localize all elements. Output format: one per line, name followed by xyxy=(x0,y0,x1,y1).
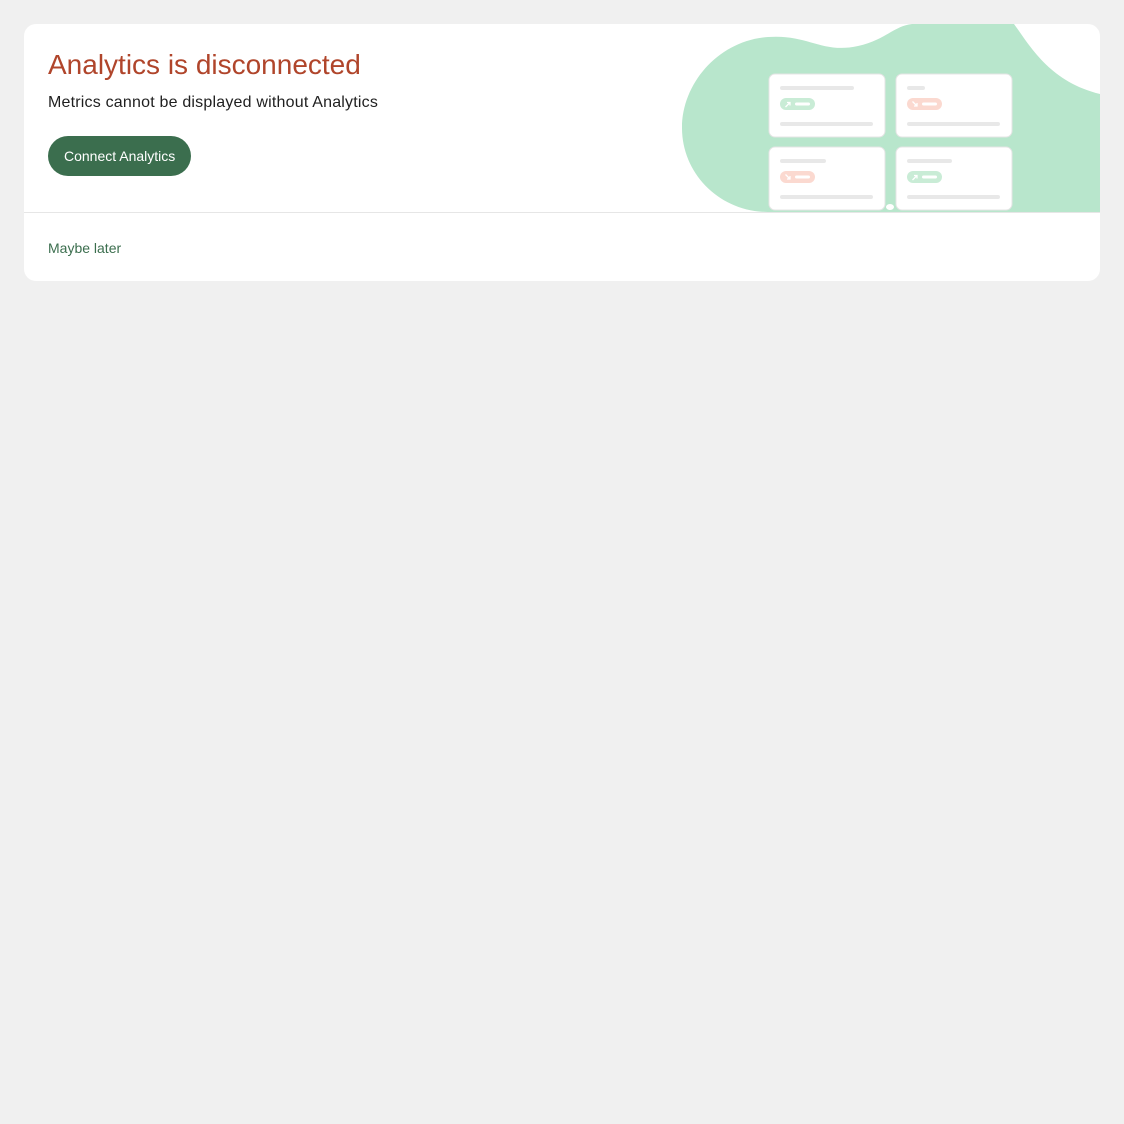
page-title: Analytics is disconnected xyxy=(48,49,361,80)
metric-tile-3 xyxy=(768,146,886,211)
card-body: Analytics is disconnected Metrics cannot… xyxy=(24,24,1100,213)
background-blob xyxy=(682,24,1100,212)
decorative-dot xyxy=(886,204,894,210)
metric-tile-4 xyxy=(895,146,1013,211)
card-footer: Maybe later xyxy=(24,213,1100,281)
card-subtitle: Metrics cannot be displayed without Anal… xyxy=(48,94,379,111)
maybe-later-link[interactable]: Maybe later xyxy=(48,239,121,257)
metrics-illustration xyxy=(682,24,1100,212)
analytics-disconnected-card: Analytics is disconnected Metrics cannot… xyxy=(24,24,1100,281)
connect-analytics-button[interactable]: Connect Analytics xyxy=(48,136,192,176)
metric-tile-1 xyxy=(768,73,886,138)
metric-tile-2 xyxy=(895,73,1013,138)
